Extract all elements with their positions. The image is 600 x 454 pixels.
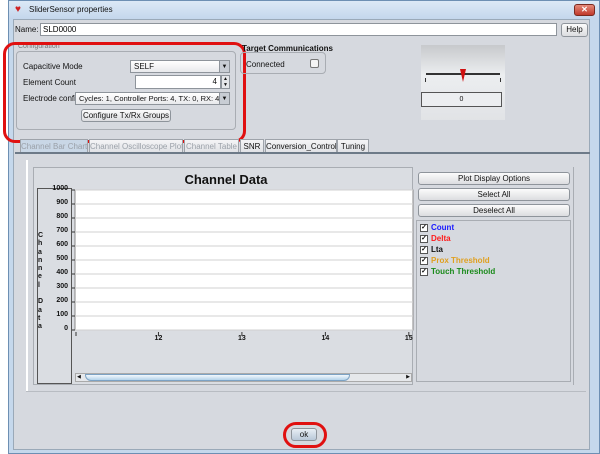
scrollbar-thumb[interactable] [85,374,350,381]
legend-label: Touch Threshold [431,267,496,276]
checkbox-icon[interactable]: ✓ [420,234,428,243]
checkbox-icon[interactable]: ✓ [420,223,428,232]
legend-item-prox-threshold[interactable]: ✓ Prox Threshold [420,255,570,266]
checkbox-icon[interactable]: ✓ [420,256,428,265]
y-tick-label: 500 [56,255,68,262]
select-all-button[interactable]: Select All [418,188,570,201]
legend-label: Prox Threshold [431,256,490,265]
x-tick-label: 12 [154,335,163,342]
deselect-all-button[interactable]: Deselect All [418,204,570,217]
checkbox-icon[interactable]: ✓ [420,245,428,254]
chart-horizontal-scrollbar[interactable]: ◀ ▶ [75,373,412,382]
y-tick-label: 900 [56,199,68,206]
y-tick-label: 100 [56,311,68,318]
legend-item-touch-threshold[interactable]: ✓ Touch Threshold [420,266,570,277]
x-tick-label: 13 [238,335,246,342]
y-tick-label: 0 [64,325,68,332]
legend-item-lta[interactable]: ✓ Lta [420,244,570,255]
y-tick-label: 200 [56,297,68,304]
highlight-ok [283,422,327,448]
y-tick-label: 700 [56,227,68,234]
y-tick-label: 600 [56,241,68,248]
scroll-right-icon[interactable]: ▶ [406,374,410,380]
y-tick-label: 1000 [52,185,68,192]
x-tick-label: 14 [321,335,330,342]
plot-display-options-button[interactable]: Plot Display Options [418,172,570,185]
legend-item-count[interactable]: ✓ Count [420,222,570,233]
legend-label: Delta [431,234,451,243]
legend-label: Count [431,223,455,232]
y-tick-label: 300 [56,283,68,290]
series-legend-list: ✓ Count ✓ Delta ✓ Lta ✓ Prox Threshold ✓ Touch Th… [416,220,571,382]
legend-item-delta[interactable]: ✓ Delta [420,233,570,244]
legend-label: Lta [431,245,443,254]
y-tick-label: 400 [56,269,68,276]
y-tick-label: 800 [56,213,68,220]
scroll-left-icon[interactable]: ◀ [77,374,81,380]
checkbox-icon[interactable]: ✓ [420,267,428,276]
